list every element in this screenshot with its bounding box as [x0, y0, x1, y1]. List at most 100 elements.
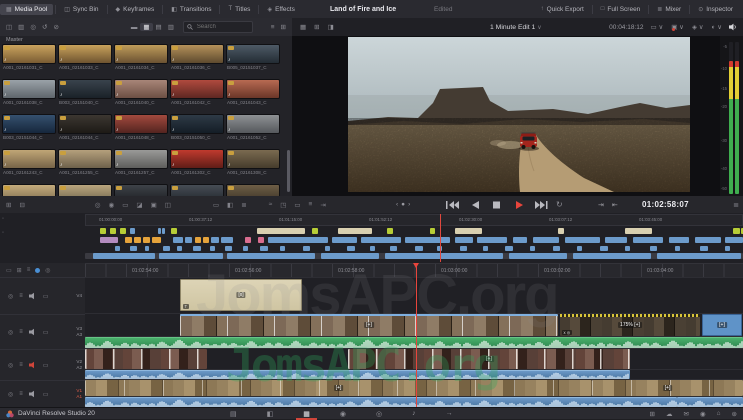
settings-gear-icon[interactable]: ⊛ [732, 410, 737, 418]
media-clip[interactable]: ♪ B005_02151037_C [227, 45, 279, 70]
mixer-button[interactable]: ≣ Mixer [651, 4, 687, 15]
messages-icon[interactable]: ✉ [683, 410, 688, 418]
mute-speaker-icon[interactable] [28, 361, 37, 369]
v3-clip-2[interactable]: 175% [+] x ◎ [560, 314, 700, 336]
v1-clip-1[interactable]: [+] [85, 380, 592, 396]
timeline-view-icon[interactable]: ▭ [6, 267, 12, 274]
track-header-v3[interactable]: ◎ ≡ ▭ V3 A3 [0, 314, 85, 349]
v2-clip-1[interactable] [85, 349, 207, 369]
viewer-tool-0[interactable]: ≈ [265, 201, 277, 209]
flags-icon[interactable]: ⊞ [17, 267, 22, 274]
playhead-line[interactable] [416, 263, 417, 407]
auto-select-icon[interactable]: ◎ [8, 329, 13, 336]
media-clip[interactable]: ♪ A001_02161302_C [171, 150, 223, 175]
media-clip[interactable]: ♪ A001_02161038_C [3, 80, 55, 105]
media-page[interactable]: ▤ [226, 410, 241, 418]
monitor-icon[interactable]: ▭ [43, 293, 49, 300]
next-clip-button[interactable] [534, 200, 548, 209]
speaker-icon[interactable] [729, 23, 737, 31]
v3-clip-3[interactable]: [+] [702, 314, 742, 336]
media-toolbar-icon-3[interactable]: ↺ [39, 23, 50, 31]
v2-clip-2[interactable]: [+] [348, 349, 630, 369]
lock-icon[interactable]: ≡ [19, 362, 23, 368]
viewer-option-2[interactable]: ◈ ∨ [692, 23, 704, 31]
timeline-minimap[interactable]: 01:00:00:00 01:00:37:12 01:01:15:00 01:01:5… [85, 214, 743, 262]
collaboration-icon[interactable]: ◉ [700, 410, 706, 418]
media-toolbar-icon-0[interactable]: ◫ [3, 23, 15, 31]
media-clip[interactable]: ♪ A001_02161052_C [227, 115, 279, 140]
view-toggle-1[interactable]: ▦ [140, 23, 153, 31]
media-toolbar-icon-1[interactable]: ▥ [15, 23, 27, 31]
mark-in-button[interactable]: ⇥ [598, 201, 604, 209]
media-pool-button[interactable]: ▦ Media Pool [0, 3, 54, 15]
edit-utility-tool-1[interactable]: ◉ [105, 201, 119, 209]
view-toggle-2[interactable]: ▤ [153, 23, 165, 31]
media-clip[interactable]: ♪ A001_02161044_C [59, 115, 111, 140]
cut-page[interactable]: ◧ [263, 410, 278, 418]
edit-view-tool-2[interactable]: ≣ [237, 201, 250, 209]
viewer-left-icon-0[interactable]: ▦ [300, 23, 306, 31]
fusion-page[interactable]: ◉ [336, 410, 350, 418]
media-pool-scrollbar[interactable] [287, 150, 290, 192]
monitor-icon[interactable]: ▭ [43, 391, 49, 398]
edit-mode-tool-1[interactable]: ⊟ [15, 201, 28, 209]
quick-export-button[interactable]: ↑ Quick Export [535, 4, 590, 15]
v4-title-clip[interactable]: [x] T [180, 279, 302, 311]
deliver-page[interactable]: → [442, 410, 457, 417]
home-icon[interactable]: ⌂ [717, 410, 721, 418]
monitor-icon[interactable]: ▭ [43, 329, 49, 336]
bin-label[interactable]: Master [6, 37, 23, 43]
prev-clip-button[interactable] [446, 200, 460, 209]
jog-control[interactable]: ‹ ● › [396, 201, 410, 208]
media-clip[interactable]: ♪ A001_02161031_C [3, 45, 55, 70]
edit-utility-tool-0[interactable]: ◎ [91, 201, 105, 209]
play-button[interactable] [512, 200, 526, 209]
viewer-tool-4[interactable]: ⇥ [316, 201, 329, 209]
view-toggle-0[interactable]: ▬ [128, 24, 141, 31]
media-clip[interactable]: ♪ B003_02151044_C [3, 115, 55, 140]
stop-button[interactable] [490, 201, 504, 209]
auto-select-icon[interactable]: ◎ [8, 293, 13, 300]
viewer-tool-2[interactable]: ▭ [290, 201, 304, 209]
track-header-v1[interactable]: ◎ ≡ ▭ V1 A1 [0, 380, 85, 407]
record-arm-icon[interactable] [35, 267, 41, 273]
media-toolbar-icon-2[interactable]: ◎ [27, 23, 39, 31]
viewer-left-icon-1[interactable]: ⊞ [314, 23, 319, 31]
view-toggle-3[interactable]: ▥ [165, 23, 177, 31]
viewer-option-3[interactable]: ◐ ∨ [712, 23, 723, 31]
media-clip[interactable]: ♪ A001_02161042_C [171, 80, 223, 105]
v1-clip-2[interactable]: [+] [592, 380, 743, 396]
a3-music-clip[interactable] [85, 337, 743, 348]
mute-speaker-icon[interactable] [28, 390, 37, 398]
loop-button[interactable]: ↻ [556, 200, 563, 209]
mute-speaker-icon[interactable] [28, 328, 37, 336]
color-page[interactable]: ◎ [372, 410, 386, 418]
viewer-tool-3[interactable]: ≡ [305, 201, 317, 209]
markers-icon[interactable]: ≡ [27, 267, 31, 273]
mark-out-button[interactable]: ⇤ [612, 201, 618, 209]
edit-utility-tool-5[interactable]: ◫ [161, 201, 175, 209]
sync-bin-button[interactable]: ◫ Sync Bin [58, 4, 104, 15]
full-screen-button[interactable]: □ Full Screen [595, 4, 647, 15]
track-header-v4[interactable]: ◎ ≡ ▭ V4 [0, 277, 85, 314]
a1-clip-2[interactable] [677, 397, 743, 407]
edit-utility-tool-3[interactable]: ◪ [132, 201, 146, 209]
edit-utility-tool-2[interactable]: ▭ [118, 201, 132, 209]
edit-view-tool-0[interactable]: ▭ [209, 201, 223, 209]
viewer-left-icon-2[interactable]: ◨ [328, 23, 334, 31]
media-toolbar-icon-4[interactable]: ⊘ [50, 23, 61, 31]
a2-clip[interactable] [85, 370, 630, 379]
edit-mode-tool-0[interactable]: ⊞ [2, 201, 15, 209]
edit-page[interactable]: ▦ [296, 410, 317, 420]
media-clip[interactable]: ♪ A001_02161048_C [115, 115, 167, 140]
timeline-name-dropdown[interactable]: 1 Minute Edit 1 ∨ [490, 24, 542, 31]
keyframes-button[interactable]: ◆ Keyframes [110, 4, 161, 15]
lock-icon[interactable]: ≡ [19, 391, 23, 397]
transitions-button[interactable]: ◧ Transitions [165, 4, 217, 15]
inspector-button[interactable]: ⊙ Inspector [692, 4, 739, 15]
viewer-tool-1[interactable]: ◳ [276, 201, 290, 209]
fairlight-page[interactable]: ♪ [408, 410, 420, 417]
play-reverse-button[interactable] [468, 200, 482, 209]
minimap-ruler[interactable]: 01:00:00:00 01:00:37:12 01:01:15:00 01:01:5… [85, 214, 743, 226]
viewer-option-0[interactable]: ▭ ∨ [651, 23, 664, 31]
